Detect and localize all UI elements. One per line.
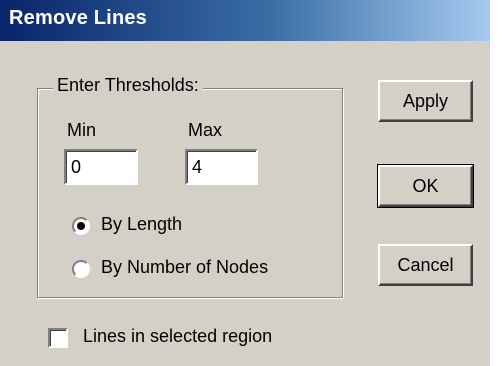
by-length-label[interactable]: By Length	[101, 214, 182, 235]
thresholds-legend: Enter Thresholds:	[53, 75, 203, 96]
by-number-of-nodes-radio[interactable]	[72, 260, 90, 278]
ok-button[interactable]: OK	[377, 164, 474, 208]
apply-button-label: Apply	[402, 91, 449, 111]
remove-lines-dialog: Remove Lines Enter Thresholds: Min 0 Max…	[0, 0, 490, 366]
lines-in-selected-region-label[interactable]: Lines in selected region	[83, 326, 272, 347]
radio-selected-dot	[77, 222, 85, 230]
cancel-button-label: Cancel	[397, 255, 454, 275]
window-title: Remove Lines	[9, 7, 148, 29]
max-label: Max	[188, 120, 223, 140]
min-input[interactable]: 0	[64, 149, 138, 185]
ok-button-label: OK	[412, 176, 439, 196]
cancel-button[interactable]: Cancel	[378, 244, 473, 286]
title-bar[interactable]: Remove Lines	[0, 0, 490, 41]
by-length-radio[interactable]	[72, 217, 90, 235]
lines-in-selected-region-checkbox[interactable]	[48, 328, 68, 348]
min-label: Min	[67, 120, 97, 140]
min-input-value: 0	[71, 157, 82, 177]
apply-button[interactable]: Apply	[378, 80, 473, 122]
by-number-of-nodes-label[interactable]: By Number of Nodes	[101, 257, 268, 278]
max-input[interactable]: 4	[185, 149, 258, 185]
max-input-value: 4	[192, 157, 203, 177]
